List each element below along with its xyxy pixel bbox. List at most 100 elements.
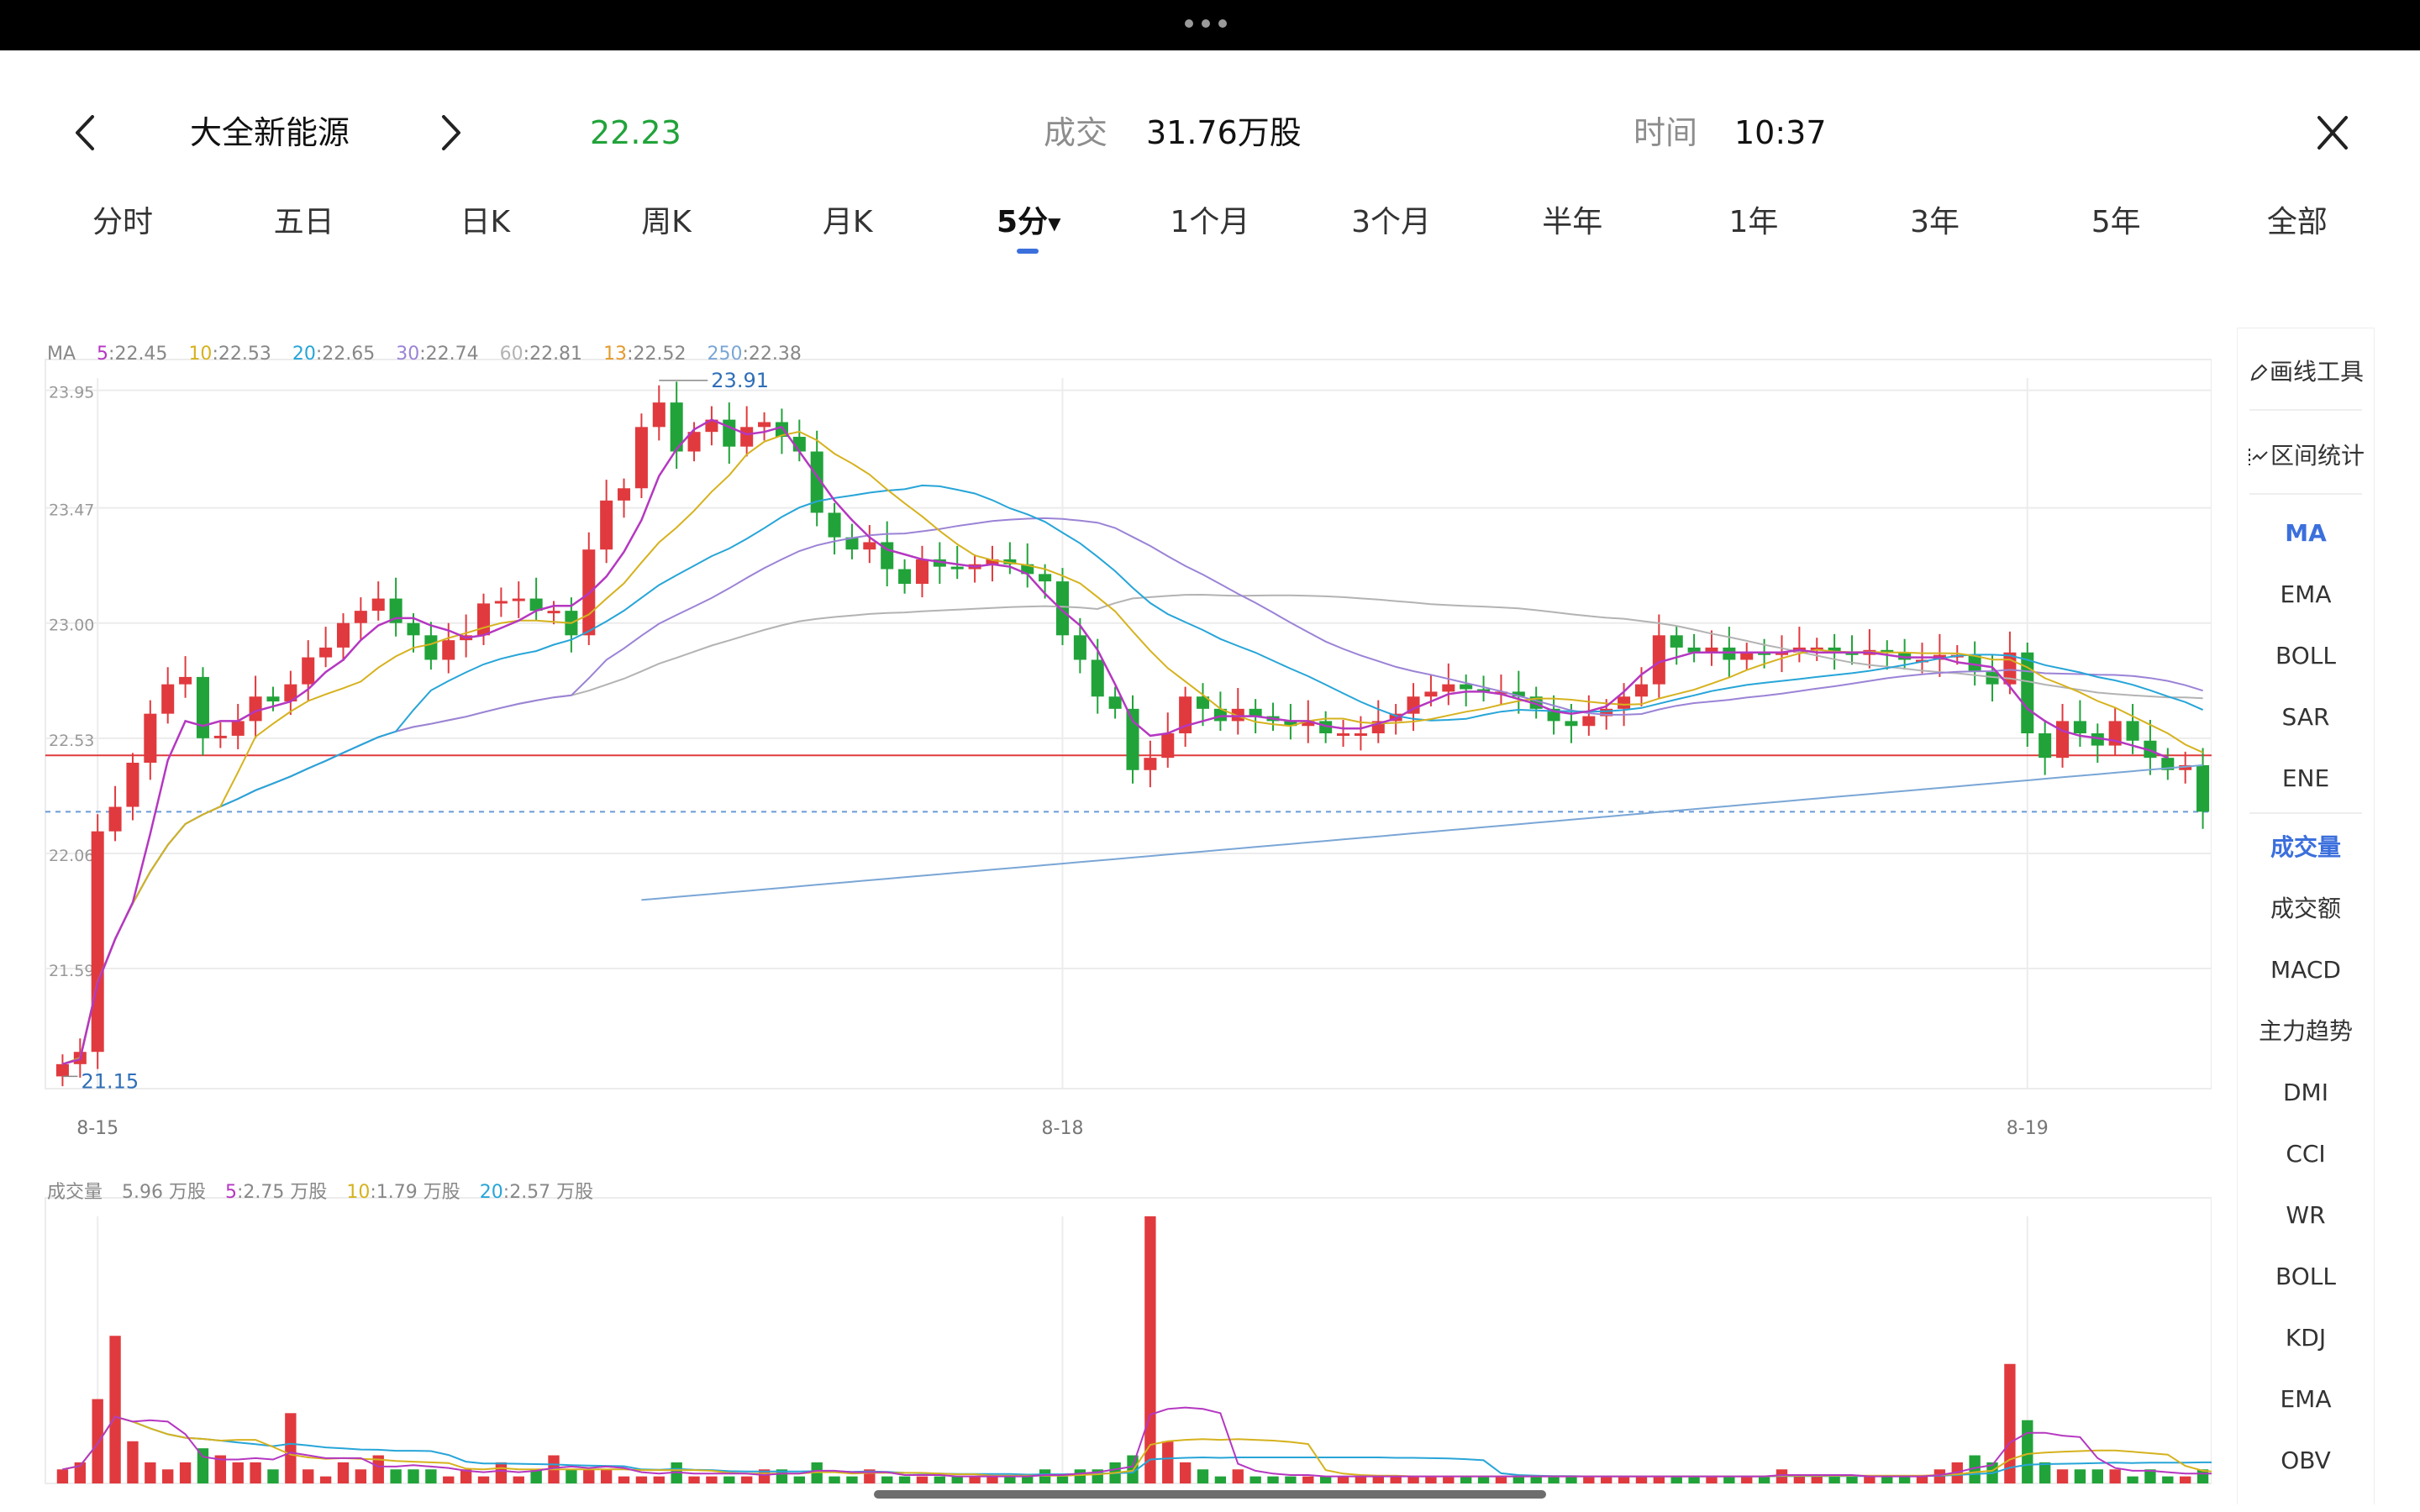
volume-legend-current: 5.96 万股 (122, 1182, 206, 1203)
sub-indicator-boll[interactable]: BOLL (2238, 1258, 2374, 1295)
close-icon[interactable] (2307, 105, 2358, 160)
sub-indicator-turnover[interactable]: 成交额 (2238, 890, 2374, 927)
tab-label: 5年 (2091, 205, 2141, 239)
volume-bar (635, 1476, 648, 1483)
candle-body (371, 598, 385, 612)
indicator-boll[interactable]: BOLL (2238, 638, 2374, 675)
volume-bar (688, 1476, 700, 1483)
y-tick-label: 22.06 (49, 847, 94, 865)
tab-3-months[interactable]: 3个月 (1302, 200, 1481, 250)
volume-bar (1425, 1476, 1437, 1483)
volume-bar (1898, 1476, 1911, 1483)
volume-bar (109, 1336, 121, 1483)
sub-indicator-cci[interactable]: CCI (2238, 1136, 2374, 1173)
indicator-ene[interactable]: ENE (2238, 760, 2374, 797)
ma-value: :22.65 (315, 344, 376, 365)
candle-body (1582, 716, 1596, 727)
sub-indicator-kdj[interactable]: KDJ (2238, 1320, 2374, 1357)
volume-bar (1267, 1476, 1279, 1483)
candle-body (231, 721, 245, 736)
tab-monthly-k[interactable]: 月K (759, 200, 937, 250)
candle-body (2056, 721, 2070, 759)
tab-1-year[interactable]: 1年 (1665, 200, 1843, 250)
tab-label: 全部 (2266, 205, 2328, 239)
volume-bar (1723, 1476, 1735, 1483)
candle-body (144, 713, 157, 764)
y-tick-label: 22.53 (49, 732, 94, 750)
sub-indicator-volume[interactable]: 成交量 (2238, 829, 2374, 866)
candle-body (336, 622, 350, 648)
candle-body (1337, 733, 1350, 736)
tab-5min[interactable]: 5分▼ (939, 200, 1118, 254)
x-date-label: 8-18 (1042, 1118, 1084, 1139)
candle-body (1740, 652, 1754, 660)
ma-legend-item-10: 10:22.53 (188, 344, 271, 365)
volume-bar (1512, 1476, 1524, 1483)
tab-daily-k[interactable]: 日K (396, 200, 574, 250)
volume-bar (495, 1462, 508, 1483)
volume-bar (706, 1476, 718, 1483)
indicator-ma[interactable]: MA (2238, 515, 2374, 552)
volume-bar (1741, 1476, 1753, 1483)
tab-3-years[interactable]: 3年 (1846, 200, 2024, 250)
volume-bar (319, 1476, 332, 1483)
more-dots-icon[interactable] (1185, 19, 1235, 31)
candle-body (512, 598, 525, 601)
sub-indicator-wr[interactable]: WR (2238, 1197, 2374, 1234)
candle-body (494, 601, 508, 604)
sub-indicator-dmi[interactable]: DMI (2238, 1074, 2374, 1111)
vol-value: :1.79 万股 (370, 1182, 460, 1203)
candle-body (161, 684, 175, 714)
sub-indicator-obv[interactable]: OBV (2238, 1442, 2374, 1479)
tab-intraday[interactable]: 分时 (34, 200, 212, 250)
divider (2249, 812, 2362, 814)
indicator-sar[interactable]: SAR (2238, 699, 2374, 736)
volume-bar (1530, 1476, 1542, 1483)
tab-5-years[interactable]: 5年 (2027, 200, 2205, 250)
chevron-right-icon[interactable] (425, 105, 476, 160)
volume-bar (1056, 1476, 1069, 1483)
kline-chart[interactable]: 23.95 23.47 23.00 22.53 22.06 21.59 8-15 8-18 8-… (44, 328, 2212, 1495)
ma-value: :22.53 (212, 344, 271, 365)
sub-indicator-ema[interactable]: EMA (2238, 1381, 2374, 1418)
tab-label: 五日 (273, 205, 334, 239)
ma-legend-item-13: 13:22.52 (603, 344, 686, 365)
candle-body (634, 427, 648, 489)
volume-bar (2180, 1476, 2191, 1483)
vol-key: 20 (479, 1182, 503, 1203)
volume-bar (1688, 1476, 1700, 1483)
tab-five-day[interactable]: 五日 (215, 200, 393, 250)
range-stats-button[interactable]: 区间统计 (2238, 438, 2374, 475)
indicator-ema[interactable]: EMA (2238, 576, 2374, 613)
ma5-line (62, 418, 2169, 1066)
candle-body (740, 427, 754, 447)
volume-bar (127, 1441, 139, 1483)
volume-bar (1881, 1476, 1893, 1483)
volume-bar (2056, 1469, 2069, 1483)
candle-body (1670, 635, 1683, 648)
candle-body (407, 622, 420, 636)
candle-body (618, 488, 631, 501)
volume-bar (986, 1476, 998, 1483)
volume-bar (1285, 1476, 1297, 1483)
candle-body (1634, 684, 1648, 697)
volume-bar (2091, 1469, 2103, 1483)
tab-1-month[interactable]: 1个月 (1121, 200, 1299, 250)
sub-indicator-macd[interactable]: MACD (2238, 952, 2374, 989)
tab-all[interactable]: 全部 (2208, 200, 2386, 250)
sub-indicator-main-trend[interactable]: 主力趋势 (2238, 1013, 2374, 1050)
volume-legend-item-10: 10:1.79 万股 (346, 1182, 460, 1203)
ma-value: :22.81 (523, 344, 583, 365)
draw-tool-button[interactable]: 画线工具 (2238, 354, 2374, 391)
volume-bar (267, 1469, 279, 1483)
chevron-left-icon[interactable] (60, 105, 111, 160)
volume-bar (1601, 1476, 1612, 1483)
volume-bar (2004, 1363, 2016, 1483)
home-indicator[interactable] (874, 1490, 1546, 1499)
volume-bar (1460, 1476, 1472, 1483)
ma-key: 20 (292, 344, 316, 365)
stock-name[interactable]: 大全新能源 (190, 109, 350, 156)
tab-weekly-k[interactable]: 周K (577, 200, 755, 250)
volume-bar (92, 1399, 103, 1483)
tab-half-year[interactable]: 半年 (1483, 200, 1661, 250)
